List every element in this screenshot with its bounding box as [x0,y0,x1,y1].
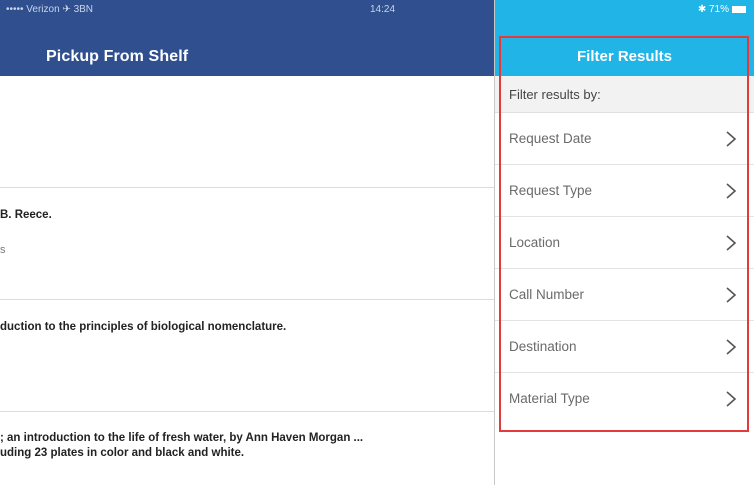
filter-destination[interactable]: Destination [495,321,754,373]
filter-location[interactable]: Location [495,217,754,269]
chevron-right-icon [726,183,737,199]
chevron-right-icon [726,391,737,407]
page-title: Pickup From Shelf [46,48,189,65]
status-bar-right: ✱ 71% [495,0,754,20]
result-title: B. Reece. [0,209,52,221]
filter-section-text: Filter results by: [509,87,601,102]
filter-header: Filter Results [495,20,754,76]
chevron-right-icon [726,131,737,147]
result-row[interactable]: duction to the principles of biological … [0,300,494,412]
chevron-right-icon [726,287,737,303]
filter-label: Destination [509,339,577,354]
filter-label: Material Type [509,391,590,406]
filter-section-label: Filter results by: [495,76,754,113]
result-row[interactable]: B. Reece. s [0,188,494,300]
result-subtitle: s [0,244,6,256]
filter-label: Request Type [509,183,593,198]
filter-title: Filter Results [576,48,673,65]
battery-icon [732,5,746,13]
results-list: B. Reece. s duction to the principles of… [0,76,494,485]
nav-bar: Pickup From Shelf [0,20,494,76]
filter-request-date[interactable]: Request Date [495,113,754,165]
filter-material-type[interactable]: Material Type [495,373,754,424]
filter-panel: ✱ 71% Filter Results Filter results by: … [495,0,754,485]
filter-label: Call Number [509,287,585,302]
chevron-right-icon [726,235,737,251]
result-title: ; an introduction to the life of fresh w… [0,432,364,444]
result-row[interactable] [0,76,494,188]
battery-indicator: ✱ 71% [698,4,746,15]
result-subtitle: uding 23 plates in color and black and w… [0,447,245,459]
filter-label: Location [509,235,561,250]
filter-list: Request Date Request Type Location Call … [495,113,754,424]
filter-call-number[interactable]: Call Number [495,269,754,321]
chevron-right-icon [726,339,737,355]
battery-text: ✱ 71% [697,4,729,15]
filter-request-type[interactable]: Request Type [495,165,754,217]
filter-label: Request Date [509,131,592,146]
result-row[interactable]: ; an introduction to the life of fresh w… [0,412,494,485]
clock-text: 14:24 [370,4,396,15]
result-title: duction to the principles of biological … [0,321,287,333]
carrier-text: ••••• Verizon ✈ 3BN [6,4,94,15]
results-pane: ••••• Verizon ✈ 3BN 14:24 Pickup From Sh… [0,0,494,485]
status-bar-left: ••••• Verizon ✈ 3BN 14:24 [0,0,494,20]
